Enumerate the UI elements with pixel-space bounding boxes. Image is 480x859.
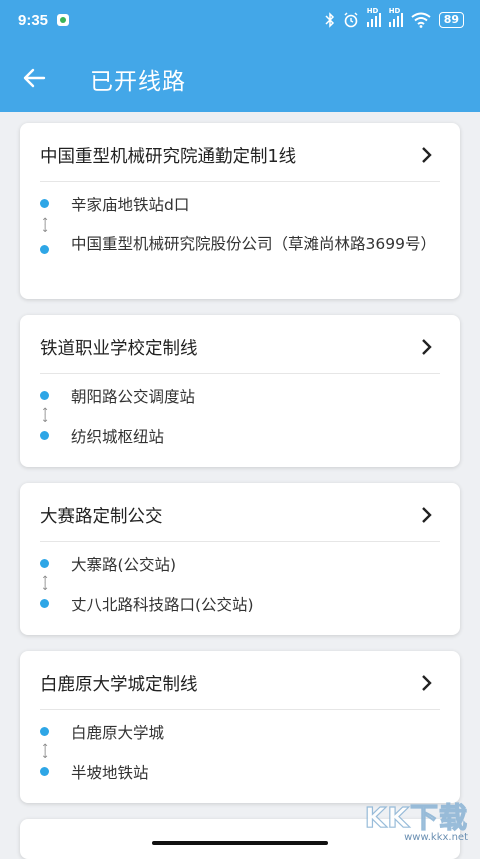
home-indicator[interactable] bbox=[152, 841, 328, 845]
status-bar: 9:35 HD HD 89 bbox=[0, 0, 480, 44]
stop-dot-icon bbox=[40, 559, 49, 568]
up-down-arrows-icon: ↑ ↓ bbox=[41, 217, 50, 235]
battery-icon: 89 bbox=[438, 12, 464, 28]
chevron-right-icon bbox=[422, 147, 432, 163]
origin-label: 白鹿原大学城 bbox=[71, 724, 165, 742]
chevron-right-icon bbox=[422, 339, 432, 355]
origin-stop: 大寨路(公交站) bbox=[40, 553, 441, 578]
stop-dot-icon bbox=[40, 391, 49, 400]
destination-stop: 丈八北路科技路口(公交站) bbox=[40, 593, 441, 618]
stop-dot-icon bbox=[40, 431, 49, 440]
status-icons: HD HD 89 bbox=[325, 7, 464, 28]
route-card[interactable]: 白鹿原大学城定制线 白鹿原大学城 ↑ ↓ 半坡地铁站 bbox=[20, 651, 460, 803]
chevron-right-icon bbox=[422, 507, 432, 523]
origin-label: 大寨路(公交站) bbox=[71, 556, 177, 574]
destination-label: 半坡地铁站 bbox=[71, 764, 149, 782]
watermark-logo: KK下载 bbox=[364, 800, 468, 834]
route-name: 大赛路定制公交 bbox=[40, 507, 163, 527]
origin-stop: 朝阳路公交调度站 bbox=[40, 385, 441, 410]
route-name: 中国重型机械研究院通勤定制1线 bbox=[40, 147, 297, 167]
bluetooth-icon bbox=[325, 12, 334, 28]
destination-stop: 中国重型机械研究院股份公司（草滩尚林路3699号） bbox=[40, 232, 441, 257]
watermark: KK下载 www.kkx.net bbox=[364, 796, 468, 843]
route-name: 白鹿原大学城定制线 bbox=[40, 675, 198, 695]
status-time: 9:35 bbox=[18, 12, 49, 29]
divider bbox=[40, 709, 440, 710]
route-card[interactable]: 中国重型机械研究院通勤定制1线 辛家庙地铁站d口 ↑ ↓ 中国重型机械研究院股份公… bbox=[20, 123, 460, 299]
destination-label: 中国重型机械研究院股份公司（草滩尚林路3699号） bbox=[71, 235, 436, 253]
divider bbox=[40, 373, 440, 374]
alarm-icon bbox=[344, 12, 358, 28]
origin-label: 朝阳路公交调度站 bbox=[71, 388, 196, 406]
up-down-arrows-icon: ↑ ↓ bbox=[41, 575, 50, 593]
stop-dot-icon bbox=[40, 245, 49, 254]
arrow-left-icon bbox=[23, 68, 46, 88]
destination-label: 纺织城枢纽站 bbox=[71, 428, 165, 446]
chevron-right-icon bbox=[422, 675, 432, 691]
signal-1-icon: HD bbox=[366, 7, 381, 27]
route-name: 铁道职业学校定制线 bbox=[40, 339, 198, 359]
wifi-icon bbox=[411, 12, 431, 28]
up-down-arrows-icon: ↑ ↓ bbox=[41, 407, 50, 425]
origin-stop: 白鹿原大学城 bbox=[40, 721, 441, 746]
app-bar: 已开线路 bbox=[0, 44, 480, 112]
back-button[interactable] bbox=[18, 62, 50, 94]
divider bbox=[40, 181, 440, 182]
stop-dot-icon bbox=[40, 727, 49, 736]
signal-2-icon: HD bbox=[388, 7, 403, 27]
origin-label: 辛家庙地铁站d口 bbox=[71, 196, 190, 214]
stop-dot-icon bbox=[40, 599, 49, 608]
route-card[interactable]: 铁道职业学校定制线 朝阳路公交调度站 ↑ ↓ 纺织城枢纽站 bbox=[20, 315, 460, 467]
divider bbox=[40, 541, 440, 542]
stop-dot-icon bbox=[40, 767, 49, 776]
page-title: 已开线路 bbox=[90, 69, 186, 95]
stop-dot-icon bbox=[40, 199, 49, 208]
destination-label: 丈八北路科技路口(公交站) bbox=[71, 596, 254, 614]
destination-stop: 纺织城枢纽站 bbox=[40, 425, 441, 450]
up-down-arrows-icon: ↑ ↓ bbox=[41, 743, 50, 761]
route-card[interactable]: 大赛路定制公交 大寨路(公交站) ↑ ↓ 丈八北路科技路口(公交站) bbox=[20, 483, 460, 635]
security-shield-icon bbox=[57, 14, 69, 26]
origin-stop: 辛家庙地铁站d口 bbox=[40, 193, 441, 218]
destination-stop: 半坡地铁站 bbox=[40, 761, 441, 786]
